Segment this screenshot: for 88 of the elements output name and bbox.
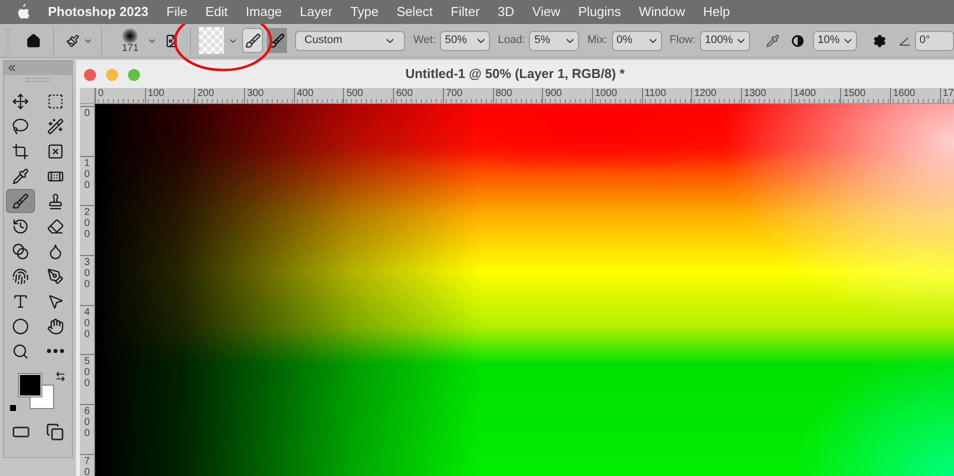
menu-item[interactable]: File bbox=[166, 2, 188, 22]
apple-icon[interactable] bbox=[16, 4, 30, 20]
ruler-label: 1000 bbox=[594, 88, 618, 99]
home-icon[interactable] bbox=[26, 32, 41, 50]
value-field[interactable]: 50% bbox=[440, 30, 490, 50]
ruler-label: 17 bbox=[942, 88, 954, 99]
menu-item[interactable]: Filter bbox=[450, 2, 480, 22]
ruler-label: 200 bbox=[83, 207, 91, 242]
collapse-icon[interactable] bbox=[8, 65, 16, 71]
eyedropper-icon bbox=[12, 168, 29, 184]
ruler-label: 0 bbox=[83, 108, 91, 121]
drop-icon bbox=[47, 242, 64, 260]
window-title: Untitled-1 @ 50% (Layer 1, RGB/8) * bbox=[405, 65, 625, 84]
more-icon bbox=[47, 349, 64, 353]
menu-item[interactable]: Select bbox=[396, 2, 433, 22]
settings-icon[interactable] bbox=[873, 32, 887, 48]
value-field[interactable]: 0% bbox=[612, 30, 662, 50]
ruler-label: 1600 bbox=[893, 88, 916, 99]
ruler-label: 500 bbox=[346, 88, 364, 99]
field-label: Load: bbox=[498, 33, 526, 48]
brush-tip-icon[interactable] bbox=[122, 28, 138, 44]
ellipse-icon bbox=[12, 318, 29, 334]
ruler-label: 400 bbox=[296, 88, 314, 99]
frame-icon bbox=[47, 142, 64, 160]
menu-item[interactable]: Image bbox=[246, 2, 282, 22]
menu-item[interactable]: Type bbox=[350, 2, 379, 22]
value-field[interactable]: 5% bbox=[529, 30, 580, 50]
ruler-label: 0 bbox=[98, 88, 104, 99]
menu-item[interactable]: 3D bbox=[498, 2, 514, 22]
ruler-label: 1200 bbox=[694, 88, 716, 99]
field-label: Wet: bbox=[413, 33, 436, 48]
ruler-label: 1500 bbox=[843, 88, 866, 99]
load-brush-button[interactable] bbox=[242, 28, 264, 53]
smudge-icon bbox=[12, 268, 29, 284]
color-swatches[interactable] bbox=[18, 373, 54, 409]
screen-mode-icon[interactable] bbox=[46, 423, 64, 441]
ruler-label: 1400 bbox=[794, 88, 816, 99]
type-icon bbox=[12, 292, 29, 310]
hand-icon bbox=[47, 318, 64, 334]
ruler-label: 200 bbox=[197, 88, 214, 99]
ruler-label: 100 bbox=[83, 158, 91, 193]
ruler-label: 600 bbox=[396, 88, 413, 99]
mode-dropdown[interactable]: Custom bbox=[295, 30, 406, 50]
ruler-label: 70 bbox=[83, 456, 91, 476]
brush-icon bbox=[12, 192, 29, 210]
angle-icon bbox=[898, 34, 911, 46]
ruler-label: 1300 bbox=[744, 88, 766, 99]
ruler-label: 900 bbox=[545, 88, 562, 99]
color-swatch[interactable] bbox=[198, 27, 224, 54]
ruler-label: 700 bbox=[446, 88, 462, 99]
ruler-label: 800 bbox=[496, 88, 512, 99]
brush-icon[interactable] bbox=[66, 32, 79, 48]
menu-item[interactable]: View bbox=[532, 2, 560, 22]
ruler-label: 100 bbox=[148, 88, 164, 99]
brush-icon bbox=[269, 32, 286, 48]
smoothing-field[interactable]: 10% bbox=[812, 30, 858, 50]
close-window-button[interactable] bbox=[84, 69, 96, 81]
move-icon bbox=[12, 92, 29, 110]
ruler-label: 1100 bbox=[644, 88, 666, 99]
swap-colors-icon[interactable] bbox=[55, 371, 66, 382]
ruler-label: 300 bbox=[247, 88, 264, 99]
value-field[interactable]: 100% bbox=[700, 30, 750, 50]
magic-wand-icon bbox=[47, 118, 64, 134]
app-name[interactable]: Photoshop 2023 bbox=[48, 2, 148, 22]
menu-item[interactable]: Help bbox=[703, 2, 730, 22]
field-label: Mix: bbox=[587, 33, 608, 48]
ruler-label: 400 bbox=[83, 306, 91, 342]
ruler-label: 500 bbox=[83, 356, 91, 392]
eraser-icon bbox=[47, 218, 64, 234]
menu-item[interactable]: Plugins bbox=[578, 2, 621, 22]
marquee-icon bbox=[47, 92, 64, 110]
lasso-icon bbox=[12, 118, 29, 134]
ruler-label: 600 bbox=[83, 406, 91, 442]
smoothing-icon[interactable] bbox=[791, 32, 805, 48]
menu-item[interactable]: Window bbox=[638, 2, 686, 22]
crop-icon bbox=[12, 142, 29, 160]
stamp-icon bbox=[47, 192, 64, 210]
tool-button[interactable] bbox=[6, 189, 35, 213]
brush-icon bbox=[244, 32, 261, 48]
menu-item[interactable]: Layer bbox=[300, 2, 332, 22]
ruler-label: 300 bbox=[83, 257, 91, 292]
brush-size: 171 bbox=[122, 44, 139, 54]
zoom-icon bbox=[12, 342, 29, 360]
pen-icon bbox=[47, 268, 64, 284]
field-label: Flow: bbox=[670, 33, 696, 48]
menu-item[interactable]: Edit bbox=[205, 2, 228, 22]
angle-field[interactable]: 0° bbox=[914, 30, 954, 50]
pointer-icon bbox=[47, 292, 64, 310]
